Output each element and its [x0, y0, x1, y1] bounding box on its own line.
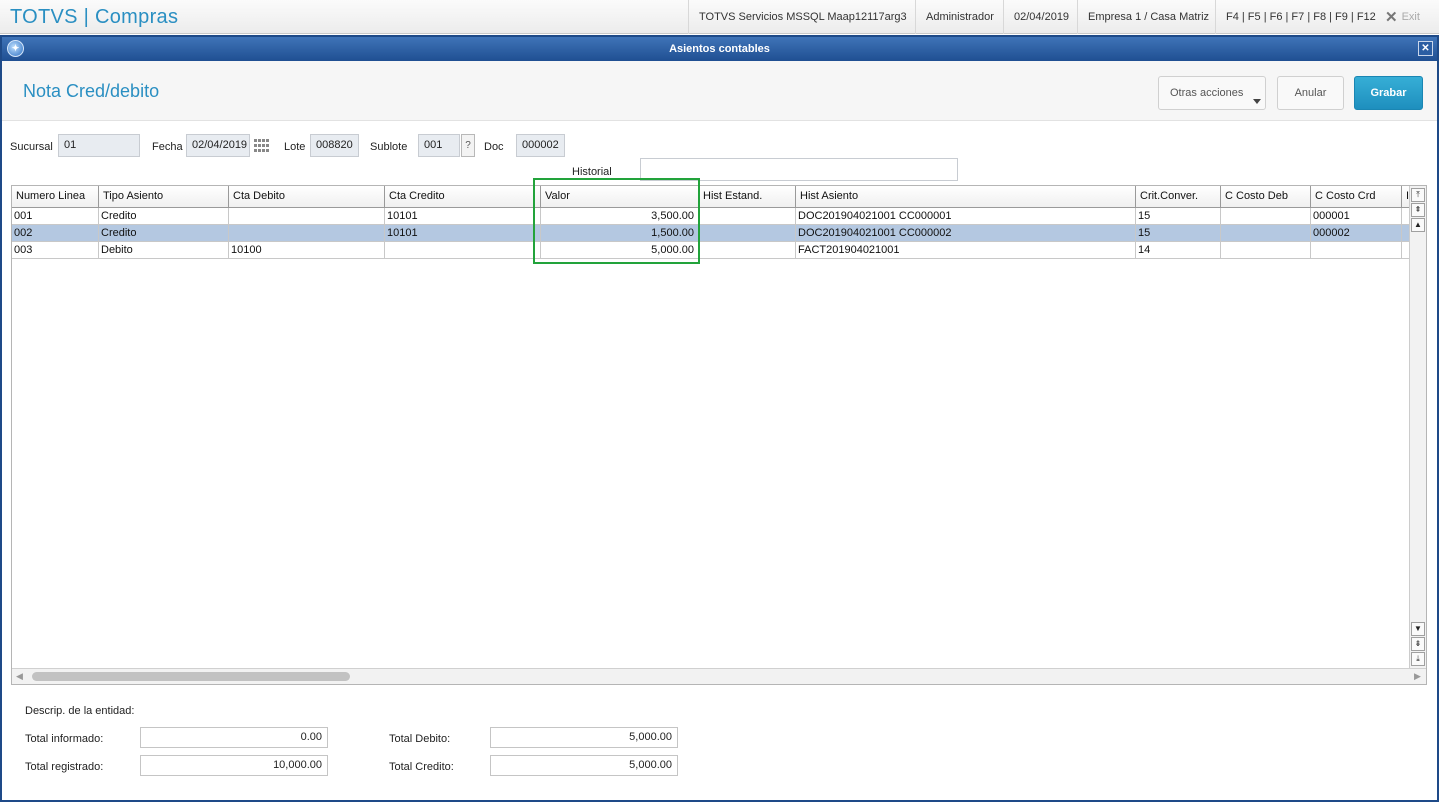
cell-debito [229, 225, 385, 242]
cell-tipo: Credito [99, 225, 229, 242]
cell-debito [229, 208, 385, 225]
cell-hist: DOC201904021001 CC000002 [796, 225, 1136, 242]
cancel-button[interactable]: Anular [1277, 76, 1344, 110]
scroll-page-down-icon[interactable]: ⇟ [1411, 637, 1425, 651]
column-header[interactable]: Hist Asiento [796, 186, 1136, 208]
cell-cccrd: 000002 [1311, 225, 1402, 242]
sublote-field[interactable]: 001 [418, 134, 460, 157]
cell-estand [699, 208, 796, 225]
sublote-label: Sublote [370, 141, 408, 153]
dialog-window: ✦ Asientos contables ✕ Nota Cred/debito … [0, 35, 1439, 802]
total-registrado-label: Total registrado: [25, 761, 104, 773]
column-header[interactable]: C Costo Crd [1311, 186, 1402, 208]
scroll-top-icon[interactable]: ⤒ [1411, 188, 1425, 202]
horizontal-scrollbar[interactable]: ◀ ▶ [12, 668, 1426, 684]
cell-cccrd: 000001 [1311, 208, 1402, 225]
dialog-close-icon[interactable]: ✕ [1418, 41, 1433, 56]
cell-cccrd [1311, 242, 1402, 259]
scroll-left-icon[interactable]: ◀ [16, 671, 23, 682]
close-icon: ✕ [1385, 9, 1398, 26]
historial-label: Historial [572, 166, 612, 178]
cell-ccdeb [1221, 225, 1311, 242]
other-actions-button[interactable]: Otras acciones [1158, 76, 1266, 110]
valor-column-highlight [533, 178, 700, 264]
cell-linea: 001 [12, 208, 99, 225]
dialog-title: Asientos contables [669, 43, 770, 55]
calendar-icon[interactable] [254, 139, 270, 153]
cell-hist: FACT201904021001 [796, 242, 1136, 259]
save-button[interactable]: Grabar [1354, 76, 1423, 110]
sucursal-field[interactable]: 01 [58, 134, 140, 157]
exit-label: Exit [1401, 11, 1420, 23]
horizontal-scroll-thumb[interactable] [32, 672, 350, 681]
cell-crit: 15 [1136, 208, 1221, 225]
column-header[interactable]: C Costo Deb [1221, 186, 1311, 208]
descrip-label: Descrip. de la entidad: [25, 705, 135, 717]
total-informado-field[interactable]: 0.00 [140, 727, 328, 748]
total-registrado-field[interactable]: 10,000.00 [140, 755, 328, 776]
other-actions-label: Otras acciones [1170, 87, 1244, 99]
scroll-bottom-icon[interactable]: ⤓ [1411, 652, 1425, 666]
column-header[interactable]: Crit.Conver. [1136, 186, 1221, 208]
sublote-lookup-button[interactable]: ? [461, 134, 475, 157]
vertical-scrollbar[interactable]: ⤒ ⇞ ▲ ▼ ⇟ ⤓ [1409, 186, 1426, 668]
shortcuts-label[interactable]: F4 | F5 | F6 | F7 | F8 | F9 | F12 [1215, 0, 1386, 34]
dialog-titlebar: ✦ Asientos contables ✕ [2, 37, 1437, 61]
scroll-down-icon[interactable]: ▼ [1411, 622, 1425, 636]
fecha-field[interactable]: 02/04/2019 [186, 134, 250, 157]
lote-field[interactable]: 008820 [310, 134, 359, 157]
cell-tipo: Credito [99, 208, 229, 225]
column-header[interactable]: Cta Debito [229, 186, 385, 208]
table-row[interactable]: 003 Debito 10100 5,000.00 FACT2019040210… [12, 242, 1410, 259]
doc-label: Doc [484, 141, 504, 153]
scroll-up-icon[interactable]: ▲ [1411, 218, 1425, 232]
exit-button[interactable]: ✕ Exit [1377, 0, 1420, 34]
cell-linea: 003 [12, 242, 99, 259]
column-header[interactable]: Numero Linea [12, 186, 99, 208]
total-informado-label: Total informado: [25, 733, 104, 745]
table-row-selected[interactable]: 002 Credito 10101 1,500.00 DOC2019040210… [12, 225, 1410, 242]
lote-label: Lote [284, 141, 306, 153]
cell-credito [385, 242, 541, 259]
total-credito-label: Total Credito: [389, 761, 454, 773]
column-header[interactable]: Hist Estand. [699, 186, 796, 208]
total-credito-field[interactable]: 5,000.00 [490, 755, 678, 776]
company-label[interactable]: Empresa 1 / Casa Matriz [1077, 0, 1219, 34]
cell-ccdeb [1221, 242, 1311, 259]
cell-crit: 14 [1136, 242, 1221, 259]
cell-linea: 002 [12, 225, 99, 242]
cell-estand [699, 225, 796, 242]
entries-grid: Numero Linea Tipo Asiento Cta Debito Cta… [11, 185, 1427, 685]
fecha-label: Fecha [152, 141, 183, 153]
app-title: TOTVS | Compras [10, 6, 179, 28]
cell-hist: DOC201904021001 CC000001 [796, 208, 1136, 225]
cell-crit: 15 [1136, 225, 1221, 242]
column-header[interactable]: Cta Credito [385, 186, 541, 208]
table-row[interactable]: 001 Credito 10101 3,500.00 DOC2019040210… [12, 208, 1410, 225]
app-header: TOTVS | Compras TOTVS Servicios MSSQL Ma… [0, 0, 1439, 34]
date-label[interactable]: 02/04/2019 [1003, 0, 1079, 34]
cell-tipo: Debito [99, 242, 229, 259]
cell-credito: 10101 [385, 208, 541, 225]
chevron-down-icon [1253, 99, 1261, 104]
sucursal-label: Sucursal [10, 141, 53, 153]
cell-estand [699, 242, 796, 259]
environment-label[interactable]: TOTVS Servicios MSSQL Maap12117arg3 [688, 0, 917, 34]
column-header[interactable]: Tipo Asiento [99, 186, 229, 208]
page-title: Nota Cred/debito [23, 81, 160, 101]
user-label[interactable]: Administrador [915, 0, 1004, 34]
cell-ccdeb [1221, 208, 1311, 225]
page-header: Nota Cred/debito Otras acciones Anular G… [2, 61, 1437, 121]
scroll-page-up-icon[interactable]: ⇞ [1411, 203, 1425, 217]
cell-debito: 10100 [229, 242, 385, 259]
totvs-logo-icon: ✦ [7, 40, 24, 57]
scroll-right-icon[interactable]: ▶ [1414, 671, 1421, 682]
total-debito-field[interactable]: 5,000.00 [490, 727, 678, 748]
cell-credito: 10101 [385, 225, 541, 242]
total-debito-label: Total Debito: [389, 733, 451, 745]
doc-field[interactable]: 000002 [516, 134, 565, 157]
